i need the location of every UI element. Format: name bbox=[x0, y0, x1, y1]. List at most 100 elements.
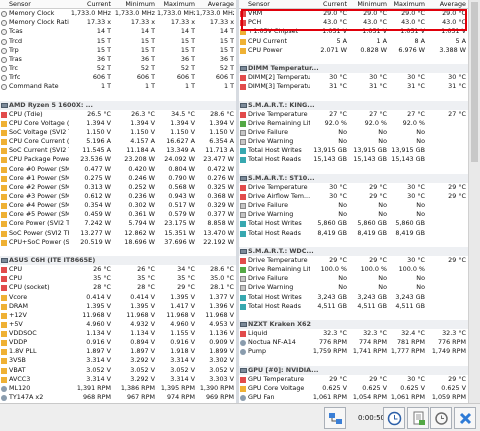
sensor-row[interactable]: Liquid 32.3 °C 32.3 °C 32.4 °C 32.3 °C bbox=[239, 329, 468, 338]
sensor-row[interactable]: SoC Power (SVI2 TFN) 13.277 W 12.862 W 15.3… bbox=[0, 229, 236, 238]
save-report-button[interactable] bbox=[407, 407, 429, 429]
sensor-group-row[interactable]: ASUS C6H (ITE IT8665E) bbox=[0, 255, 236, 266]
sensor-row[interactable]: 1.8V PLL 1.897 V 1.897 V 1.918 V 1.899 V bbox=[0, 347, 236, 356]
sensor-row[interactable]: CPU Power 2.071 W 0.828 W 6.976 W 3.388 W bbox=[239, 46, 468, 55]
sensor-row[interactable]: Trp 15 T 15 T 15 T 15 T bbox=[0, 46, 236, 55]
sensor-row[interactable]: Core #3 Power (SMU) 0.612 W 0.236 W 0.943 W… bbox=[0, 192, 236, 201]
sensor-row[interactable]: Drive Temperature 27 °C 27 °C 27 °C 27 °C bbox=[239, 110, 468, 119]
sensor-row[interactable]: Total Host Writes 13,915 GB 13,915 GB 13,91… bbox=[239, 146, 468, 155]
sensor-row[interactable]: Trcd 15 T 15 T 15 T 15 T bbox=[0, 37, 236, 46]
sensor-row[interactable]: DIMM[3] Temperature 31 °C 31 °C 31 °C 31 °C bbox=[239, 82, 468, 91]
average-value: 28.6 °C bbox=[210, 265, 234, 274]
col-maximum[interactable]: Maximum bbox=[388, 0, 426, 9]
sensor-row[interactable]: Drive Failure No No No bbox=[239, 128, 468, 137]
sensor-group-row[interactable]: NZXT Kraken X62 bbox=[239, 319, 468, 330]
sensor-group-row[interactable]: AMD Ryzen 5 1600X: ... bbox=[0, 100, 236, 110]
sensor-row[interactable]: GPU Temperature 29 °C 29 °C 30 °C 29 °C bbox=[239, 375, 468, 384]
sensor-row[interactable]: Core #1 Power (SMU) 0.275 W 0.246 W 0.790 W… bbox=[0, 174, 236, 183]
sensor-row[interactable]: Drive Failure No No No bbox=[239, 274, 468, 283]
sensor-row[interactable]: Memory Clock Ratio 17.33 x 17.33 x 17.33 x 1… bbox=[0, 18, 236, 27]
sensor-row[interactable]: Tcas 14 T 14 T 14 T 14 T bbox=[0, 27, 236, 36]
sensor-row[interactable]: CPU Package Power (... 23.536 W 23.208 W 24… bbox=[0, 155, 236, 164]
reset-button[interactable] bbox=[430, 407, 452, 429]
col-minimum[interactable]: Minimum bbox=[113, 0, 155, 9]
sensor-group-row[interactable]: GPU [#0]: NVIDIA... bbox=[239, 365, 468, 375]
sensor-row[interactable]: +5V 4.960 V 4.932 V 4.960 V 4.953 V bbox=[0, 320, 236, 329]
sensor-row[interactable]: GPU Fan 1,061 RPM 1,054 RPM 1,061 RPM 1,059 … bbox=[239, 393, 468, 402]
sensor-row[interactable]: AVCC3 3.314 V 3.292 V 3.314 V 3.303 V bbox=[0, 375, 236, 384]
sensor-row[interactable]: CPU Core Voltage (SVI... 1.394 V 1.394 V 1.… bbox=[0, 119, 236, 128]
sensor-row[interactable]: CPU (Tdie) 26.5 °C 26.3 °C 34.5 °C 28.6 °C bbox=[0, 110, 236, 119]
col-current[interactable]: Current bbox=[310, 0, 347, 9]
sensor-row[interactable]: Core #5 Power (SMU) 0.459 W 0.361 W 0.579 W… bbox=[0, 210, 236, 219]
sensor-group-row[interactable]: S.M.A.R.T.: WDC... bbox=[239, 246, 468, 256]
sensor-row[interactable]: CPU 26 °C 26 °C 34 °C 28.6 °C bbox=[0, 265, 236, 274]
col-sensor[interactable]: Sensor bbox=[9, 0, 69, 9]
minimum-value: 967 RPM bbox=[126, 393, 155, 402]
col-average[interactable]: Average bbox=[426, 0, 466, 9]
sensor-row[interactable]: CPU Current 5 A 1 A 8 A 5 A bbox=[239, 37, 468, 46]
col-average[interactable]: Average bbox=[196, 0, 234, 9]
sensor-row[interactable]: Memory Clock 1,733.0 MHz 1,733.0 MHz 1,733.… bbox=[0, 9, 236, 18]
sensor-row[interactable]: Drive Temperature 29 °C 29 °C 30 °C 29 °C bbox=[239, 256, 468, 265]
sensor-row[interactable]: Drive Failure No No No bbox=[239, 201, 468, 210]
col-current[interactable]: Current bbox=[69, 0, 111, 9]
column-header[interactable]: Sensor Current Minimum Maximum Average bbox=[0, 0, 236, 10]
vertical-scrollbar[interactable] bbox=[468, 0, 480, 403]
sensor-row[interactable]: Core #2 Power (SMU) 0.313 W 0.252 W 0.568 W… bbox=[0, 183, 236, 192]
sensor-row[interactable]: Command Rate 1 T 1 T 1 T 1 T bbox=[0, 82, 236, 91]
col-sensor[interactable]: Sensor bbox=[248, 0, 310, 9]
clock-button[interactable] bbox=[383, 407, 405, 429]
sensor-row[interactable]: Drive Warning No No No bbox=[239, 210, 468, 219]
sensor-group-row[interactable]: S.M.A.R.T.: ST10... bbox=[239, 173, 468, 183]
sensor-group-row[interactable]: DIMM Temperatur... bbox=[239, 63, 468, 74]
sensor-row[interactable]: CPU (socket) 28 °C 28 °C 29 °C 28.1 °C bbox=[0, 283, 236, 292]
sensor-row[interactable]: Trc 52 T 52 T 52 T 52 T bbox=[0, 64, 236, 73]
sensor-row[interactable]: Drive Warning No No No bbox=[239, 137, 468, 146]
sensor-row[interactable]: Total Host Reads 4,511 GB 4,511 GB 4,511 GB bbox=[239, 302, 468, 311]
network-button[interactable] bbox=[324, 407, 346, 429]
sensor-row[interactable]: TY147A x2 968 RPM 967 RPM 974 RPM 969 RPM bbox=[0, 393, 236, 402]
sensor-row[interactable]: DIMM[2] Temperature 30 °C 30 °C 30 °C 30 °C bbox=[239, 73, 468, 82]
sensor-row[interactable]: Drive Remaining Life 92.0 % 92.0 % 92.0 % bbox=[239, 119, 468, 128]
close-button[interactable] bbox=[454, 407, 476, 429]
sensor-row[interactable]: Trfc 606 T 606 T 606 T 606 T bbox=[0, 73, 236, 82]
sensor-row[interactable]: +12V 11.968 V 11.968 V 11.968 V 11.968 V bbox=[0, 311, 236, 320]
sensor-row[interactable]: 3VSB 3.314 V 3.292 V 3.314 V 3.302 V bbox=[0, 356, 236, 365]
sensor-row[interactable]: Drive Airflow Tem... 30 °C 29 °C 30 °C 29 °C bbox=[239, 192, 468, 201]
sensor-row[interactable]: SoC Current (SVI2 TFN) 11.545 A 11.184 A 13… bbox=[0, 146, 236, 155]
sensor-row[interactable]: Core Power (SVI2 TFN) 7.242 W 5.794 W 23.17… bbox=[0, 219, 236, 228]
sensor-row[interactable]: Tras 36 T 36 T 36 T 36 T bbox=[0, 55, 236, 64]
sensor-row[interactable]: Noctua NF-A14 776 RPM 774 RPM 781 RPM 776 RP… bbox=[239, 338, 468, 347]
sensor-row[interactable]: Total Host Reads 8,419 GB 8,419 GB 8,419 GB bbox=[239, 229, 468, 238]
sensor-row[interactable]: Core #4 Power (SMU) 0.354 W 0.302 W 0.517 W… bbox=[0, 201, 236, 210]
sensor-row[interactable]: Drive Temperature 30 °C 29 °C 30 °C 29 °C bbox=[239, 183, 468, 192]
minimum-value: 0.828 W bbox=[360, 45, 387, 54]
sensor-row[interactable]: Vcore 0.414 V 0.414 V 1.395 V 1.377 V bbox=[0, 293, 236, 302]
sensor-row[interactable]: GPU Core Voltage 0.625 V 0.625 V 0.625 V 0.6… bbox=[239, 384, 468, 393]
left-sensor-pane[interactable]: Sensor Current Minimum Maximum Average M… bbox=[0, 0, 236, 403]
scrollbar-thumb[interactable] bbox=[471, 2, 478, 162]
sensor-row[interactable]: Core #0 Power (SMU) 0.477 W 0.420 W 0.804 W… bbox=[0, 165, 236, 174]
sensor-row[interactable]: Drive Warning No No No bbox=[239, 283, 468, 292]
sensor-row[interactable]: CPU Core Current (SV... 5.196 A 4.157 A 16.… bbox=[0, 137, 236, 146]
sensor-row[interactable]: VBAT 3.052 V 3.052 V 3.052 V 3.052 V bbox=[0, 366, 236, 375]
col-minimum[interactable]: Minimum bbox=[349, 0, 387, 9]
sensor-group-row[interactable]: S.M.A.R.T.: KING... bbox=[239, 100, 468, 110]
sensor-row[interactable]: Drive Remaining Life 100.0 % 100.0 % 100.0 … bbox=[239, 265, 468, 274]
right-sensor-pane[interactable]: Sensor Current Minimum Maximum Average V… bbox=[239, 0, 468, 403]
sensor-row[interactable]: SoC Voltage (SVI2 TFN) 1.150 V 1.150 V 1.15… bbox=[0, 128, 236, 137]
sensor-row[interactable]: ML120 1,391 RPM 1,386 RPM 1,395 RPM 1,390 RP… bbox=[0, 384, 236, 393]
sensor-row[interactable]: Total Host Writes 5,860 GB 5,860 GB 5,860 G… bbox=[239, 219, 468, 228]
sensor-row[interactable]: CPU+SoC Power (SVI... 20.519 W 18.696 W 37.… bbox=[0, 238, 236, 247]
col-maximum[interactable]: Maximum bbox=[157, 0, 196, 9]
sensor-row[interactable]: Total Host Reads 15,143 GB 15,143 GB 15,143… bbox=[239, 155, 468, 164]
column-header[interactable]: Sensor Current Minimum Maximum Average bbox=[239, 0, 468, 10]
sensor-row[interactable]: Total Host Writes 3,243 GB 3,243 GB 3,243 G… bbox=[239, 293, 468, 302]
sensor-row[interactable]: CPU 35 °C 35 °C 35 °C 35.0 °C bbox=[0, 274, 236, 283]
sensor-row[interactable]: VDDP 0.916 V 0.894 V 0.916 V 0.909 V bbox=[0, 338, 236, 347]
sensor-row[interactable]: DRAM 1.395 V 1.395 V 1.417 V 1.396 V bbox=[0, 302, 236, 311]
sensor-row[interactable]: VDDSOC 1.134 V 1.134 V 1.155 V 1.136 V bbox=[0, 329, 236, 338]
minimum-value: 1.897 V bbox=[130, 347, 155, 356]
sensor-row[interactable]: Pump 1,759 RPM 1,741 RPM 1,777 RPM 1,749 RPM bbox=[239, 347, 468, 356]
